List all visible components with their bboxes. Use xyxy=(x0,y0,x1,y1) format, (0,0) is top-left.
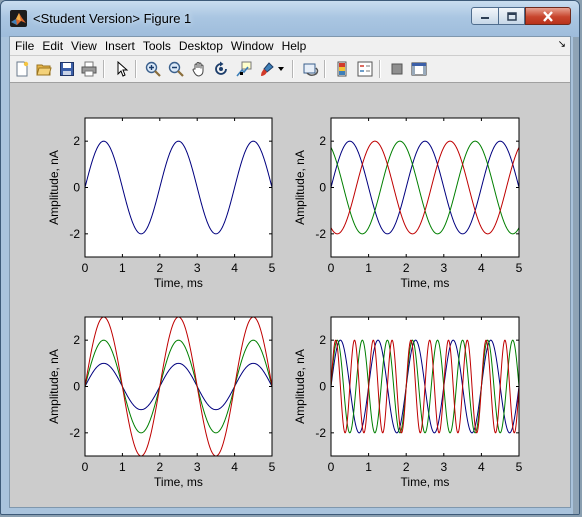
y-tick-label: -2 xyxy=(315,227,326,241)
maximize-button[interactable] xyxy=(498,7,525,25)
x-tick-label: 4 xyxy=(478,261,485,275)
y-axis-label: Amplitude, nA xyxy=(47,349,61,424)
dock-arrow-icon[interactable]: ↘ xyxy=(558,39,566,50)
toolbar-separator xyxy=(379,60,381,78)
zoom-out-icon[interactable] xyxy=(167,60,185,78)
x-tick-label: 3 xyxy=(440,460,447,474)
x-tick-label: 2 xyxy=(403,460,410,474)
save-icon[interactable] xyxy=(58,60,76,78)
close-button[interactable] xyxy=(525,7,571,25)
x-axis-label: Time, ms xyxy=(401,276,450,290)
window-title: <Student Version> Figure 1 xyxy=(33,11,192,26)
toolbar-separator xyxy=(292,60,294,78)
x-tick-label: 3 xyxy=(194,460,201,474)
matlab-logo-icon[interactable] xyxy=(10,10,27,27)
subplot-grid: 0 1 2 3 4 5-202Time, msAmplitude, nA0 1 2 3 4 5-20… xyxy=(47,117,523,489)
zoom-in-icon[interactable] xyxy=(144,60,162,78)
y-axis-label: Amplitude, nA xyxy=(293,349,307,424)
x-tick-label: 0 xyxy=(328,261,335,275)
x-tick-label: 1 xyxy=(365,460,372,474)
brush-dropdown-icon[interactable] xyxy=(276,60,286,78)
x-tick-label: 0 xyxy=(328,460,335,474)
menu-tools[interactable]: Tools xyxy=(140,39,174,53)
legend-icon[interactable] xyxy=(356,60,374,78)
x-tick-label: 5 xyxy=(516,261,523,275)
toolbar-separator xyxy=(135,60,137,78)
brush-icon[interactable] xyxy=(258,60,276,78)
menu-bar: File Edit View Insert Tools Desktop Wind… xyxy=(10,37,570,55)
minimize-button[interactable] xyxy=(471,7,499,25)
pan-hand-icon[interactable] xyxy=(190,60,208,78)
print-icon[interactable] xyxy=(80,60,98,78)
title-bar[interactable]: <Student Version> Figure 1 xyxy=(1,1,579,37)
y-axis-label: Amplitude, nA xyxy=(47,150,61,225)
x-tick-label: 0 xyxy=(82,261,89,275)
menu-view[interactable]: View xyxy=(68,39,100,53)
figure-client-area: File Edit View Insert Tools Desktop Wind… xyxy=(9,36,571,508)
new-figure-icon[interactable] xyxy=(13,60,31,78)
y-tick-label: 0 xyxy=(319,380,326,394)
y-axis-label: Amplitude, nA xyxy=(293,150,307,225)
open-file-icon[interactable] xyxy=(35,60,53,78)
menu-help[interactable]: Help xyxy=(279,39,310,53)
background-desktop-strip xyxy=(573,37,579,514)
close-icon xyxy=(543,10,553,22)
x-tick-label: 1 xyxy=(365,261,372,275)
rotate-3d-icon[interactable] xyxy=(212,60,230,78)
y-tick-label: 2 xyxy=(73,333,80,347)
menu-insert[interactable]: Insert xyxy=(102,39,138,53)
figure-toolbar xyxy=(10,56,570,83)
colorbar-icon[interactable] xyxy=(333,60,351,78)
x-tick-label: 4 xyxy=(231,261,238,275)
y-tick-label: 0 xyxy=(319,181,326,195)
x-tick-label: 4 xyxy=(231,460,238,474)
figure-canvas: 0 1 2 3 4 5 -2 0 2 Time, ms Amplitude, nA 0 1 2 3 4 5 -2 0… xyxy=(10,83,570,507)
y-tick-label: 0 xyxy=(73,181,80,195)
menu-window[interactable]: Window xyxy=(228,39,277,53)
y-tick-label: -2 xyxy=(69,426,80,440)
menu-desktop[interactable]: Desktop xyxy=(176,39,226,53)
x-axis-label: Time, ms xyxy=(154,276,203,290)
axes-background-2 xyxy=(331,118,519,257)
x-tick-label: 0 xyxy=(82,460,89,474)
minimize-icon xyxy=(481,17,489,19)
toolbar-separator xyxy=(103,60,105,78)
y-tick-label: 2 xyxy=(319,333,326,347)
menu-file[interactable]: File xyxy=(12,39,37,53)
maximize-icon xyxy=(506,11,517,21)
hide-plot-tools-icon[interactable] xyxy=(388,60,406,78)
edit-plot-arrow-icon[interactable] xyxy=(113,60,131,78)
toolbar-separator xyxy=(324,60,326,78)
show-plot-tools-icon[interactable] xyxy=(410,60,428,78)
y-tick-label: -2 xyxy=(69,227,80,241)
data-cursor-icon[interactable] xyxy=(235,60,253,78)
y-tick-label: 2 xyxy=(319,134,326,148)
y-tick-label: 0 xyxy=(73,380,80,394)
x-tick-label: 2 xyxy=(156,460,163,474)
x-tick-label: 5 xyxy=(269,460,276,474)
x-tick-label: 2 xyxy=(156,261,163,275)
menu-edit[interactable]: Edit xyxy=(39,39,66,53)
x-tick-label: 1 xyxy=(119,460,126,474)
axes-background-1 xyxy=(85,118,272,257)
x-tick-label: 1 xyxy=(119,261,126,275)
x-tick-label: 2 xyxy=(403,261,410,275)
figure-window: <Student Version> Figure 1 File Edit Vie… xyxy=(0,0,580,515)
y-tick-label: 2 xyxy=(73,134,80,148)
link-plot-icon[interactable] xyxy=(302,60,320,78)
x-tick-label: 5 xyxy=(516,460,523,474)
x-axis-label: Time, ms xyxy=(401,475,450,489)
x-tick-label: 3 xyxy=(194,261,201,275)
y-tick-label: -2 xyxy=(315,426,326,440)
x-tick-label: 3 xyxy=(440,261,447,275)
x-tick-label: 5 xyxy=(269,261,276,275)
x-axis-label: Time, ms xyxy=(154,475,203,489)
x-tick-label: 4 xyxy=(478,460,485,474)
